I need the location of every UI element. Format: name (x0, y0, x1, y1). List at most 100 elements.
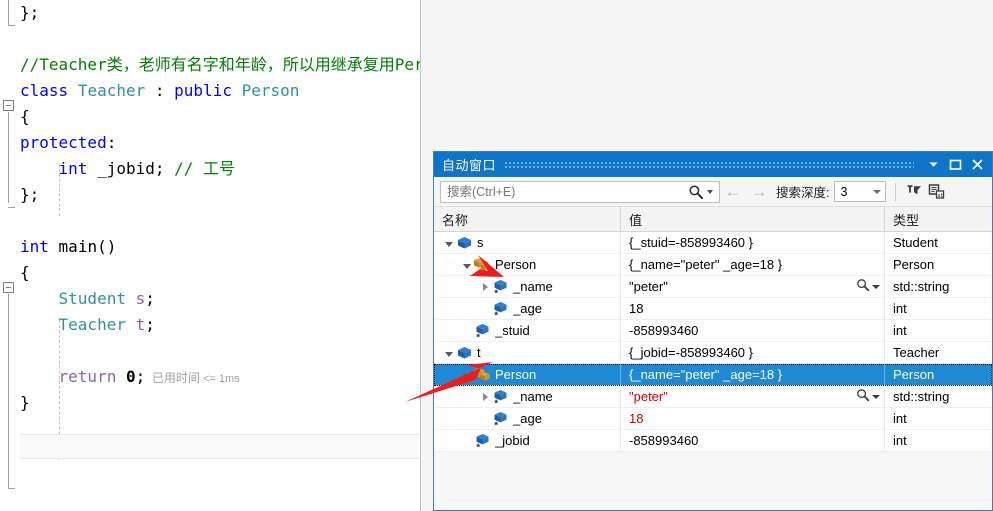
expander-expand-icon[interactable] (478, 279, 492, 294)
search-back-icon[interactable]: ← (720, 180, 746, 204)
column-header-type[interactable]: 类型 (885, 207, 992, 231)
variable-name: Person (495, 367, 537, 382)
variable-value-cell[interactable]: {_stuid=-858993460 } (621, 232, 885, 253)
expander-expand-icon[interactable] (478, 389, 492, 404)
variables-grid[interactable]: 名称 值 类型 s {_stuid=-858993460 } Student Pers… (434, 207, 992, 510)
variable-name-cell[interactable]: _age (434, 408, 621, 429)
search-box[interactable] (440, 180, 720, 203)
variable-value-cell[interactable]: {_name="peter" _age=18 } (621, 254, 885, 275)
variable-value-cell[interactable]: -858993460 (621, 430, 885, 451)
variable-value: {_stuid=-858993460 } (629, 235, 753, 250)
search-depth-dropdown[interactable]: 3 (834, 181, 887, 202)
variable-row[interactable]: _stuid -858993460 int (434, 320, 992, 342)
code-token: t (135, 315, 146, 334)
variable-name-cell[interactable]: Person (434, 254, 621, 275)
variable-row[interactable]: Person {_name="peter" _age=18 } Person (434, 254, 992, 276)
variable-name-cell[interactable]: s (434, 232, 621, 253)
variable-type: std::string (893, 279, 950, 294)
svg-text:ab: ab (937, 193, 944, 199)
search-input[interactable] (441, 181, 688, 202)
visualizer-chevron-down-icon[interactable] (872, 284, 880, 289)
code-token: class (20, 81, 69, 100)
column-header-value[interactable]: 值 (621, 207, 885, 231)
variable-value-cell[interactable]: 18 (621, 408, 885, 429)
expander-collapse-icon[interactable] (442, 345, 456, 360)
visualizer-chevron-down-icon[interactable] (872, 394, 880, 399)
editor-outline-margin[interactable] (0, 0, 20, 511)
variable-value: {_jobid=-858993460 } (629, 345, 753, 360)
fold-toggle-class-teacher[interactable] (3, 100, 14, 111)
chevron-down-icon[interactable] (873, 189, 882, 194)
variable-type-cell: Person (885, 254, 992, 275)
code-token: } (20, 393, 30, 412)
maximize-icon[interactable] (944, 155, 966, 175)
fold-line-3 (8, 294, 9, 488)
window-menu-icon[interactable] (922, 155, 944, 175)
search-options-chevron-down-icon[interactable] (707, 189, 713, 194)
variable-row[interactable]: _jobid -858993460 int (434, 430, 992, 452)
variable-type: Person (893, 367, 935, 382)
expander-collapse-icon[interactable] (460, 367, 474, 382)
magnifier-icon[interactable] (856, 388, 870, 405)
code-editor[interactable]: }; //Teacher类，老师有名字和年龄，所以用继承复用Person的代码 c… (0, 0, 421, 511)
column-header-name[interactable]: 名称 (434, 207, 621, 231)
title-bar-grip (504, 161, 914, 168)
variable-name: Person (495, 257, 537, 272)
variable-value-cell[interactable]: {_name="peter" _age=18 } (621, 364, 885, 385)
variable-value-cell[interactable]: "peter" (621, 386, 885, 407)
code-token: Teacher (58, 315, 126, 334)
variable-row[interactable]: _age 18 int (434, 298, 992, 320)
variable-value-cell[interactable]: -858993460 (621, 320, 885, 341)
code-line: Student s; (20, 286, 421, 312)
variable-name-cell[interactable]: Person (434, 364, 621, 385)
close-icon[interactable] (966, 155, 988, 175)
variable-name-cell[interactable]: _stuid (434, 320, 621, 341)
variable-row[interactable]: t {_jobid=-858993460 } Teacher (434, 342, 992, 364)
value-visualizer-tools[interactable] (856, 386, 880, 407)
autos-title-bar[interactable]: 自动窗口 (434, 152, 992, 177)
autos-toolbar[interactable]: ← → 搜索深度: 3 ab (434, 177, 992, 207)
pin-filter-icon[interactable] (903, 181, 925, 203)
code-token: }; (20, 185, 40, 204)
fold-toggle-main[interactable] (3, 282, 14, 293)
grid-header-row: 名称 值 类型 (434, 207, 992, 232)
code-token: Student (58, 289, 126, 308)
variable-row[interactable]: _name "peter" std::string (434, 386, 992, 408)
grid-body[interactable]: s {_stuid=-858993460 } Student Person {_name… (434, 232, 992, 452)
code-line: class Teacher : public Person (20, 78, 421, 104)
variable-type-cell: std::string (885, 276, 992, 297)
hex-display-icon[interactable]: ab (925, 181, 947, 203)
search-forward-icon[interactable]: → (746, 180, 772, 204)
expander-collapse-icon[interactable] (460, 257, 474, 272)
variable-row[interactable]: Person {_name="peter" _age=18 } Person (434, 364, 992, 386)
magnifier-icon[interactable] (856, 278, 870, 295)
fold-elbow-2 (8, 207, 15, 208)
variable-row[interactable]: s {_stuid=-858993460 } Student (434, 232, 992, 254)
variable-name-cell[interactable]: _name (434, 386, 621, 407)
variable-name-cell[interactable]: _jobid (434, 430, 621, 451)
variable-name-cell[interactable]: t (434, 342, 621, 363)
variable-name: _name (513, 389, 553, 404)
variable-value: {_name="peter" _age=18 } (629, 257, 783, 272)
variable-name-cell[interactable]: _age (434, 298, 621, 319)
search-icon[interactable] (688, 184, 704, 200)
value-visualizer-tools[interactable] (856, 276, 880, 297)
variable-value-cell[interactable]: {_jobid=-858993460 } (621, 342, 885, 363)
variable-value-cell[interactable]: "peter" (621, 276, 885, 297)
code-token: main (58, 237, 98, 256)
variable-row[interactable]: _age 18 int (434, 408, 992, 430)
variable-name-cell[interactable]: _name (434, 276, 621, 297)
variable-value-cell[interactable]: 18 (621, 298, 885, 319)
variable-type-cell: Student (885, 232, 992, 253)
expander-collapse-icon[interactable] (442, 235, 456, 250)
code-line: int main() (20, 234, 421, 260)
code-line: { (20, 104, 421, 130)
autos-title-text: 自动窗口 (442, 158, 497, 173)
code-line: { (20, 260, 421, 286)
autos-tool-window[interactable]: 自动窗口 ← → 搜索深 (433, 151, 993, 511)
variable-row[interactable]: _name "peter" std::string (434, 276, 992, 298)
variable-value: 18 (629, 301, 644, 316)
code-token: () (97, 237, 117, 256)
